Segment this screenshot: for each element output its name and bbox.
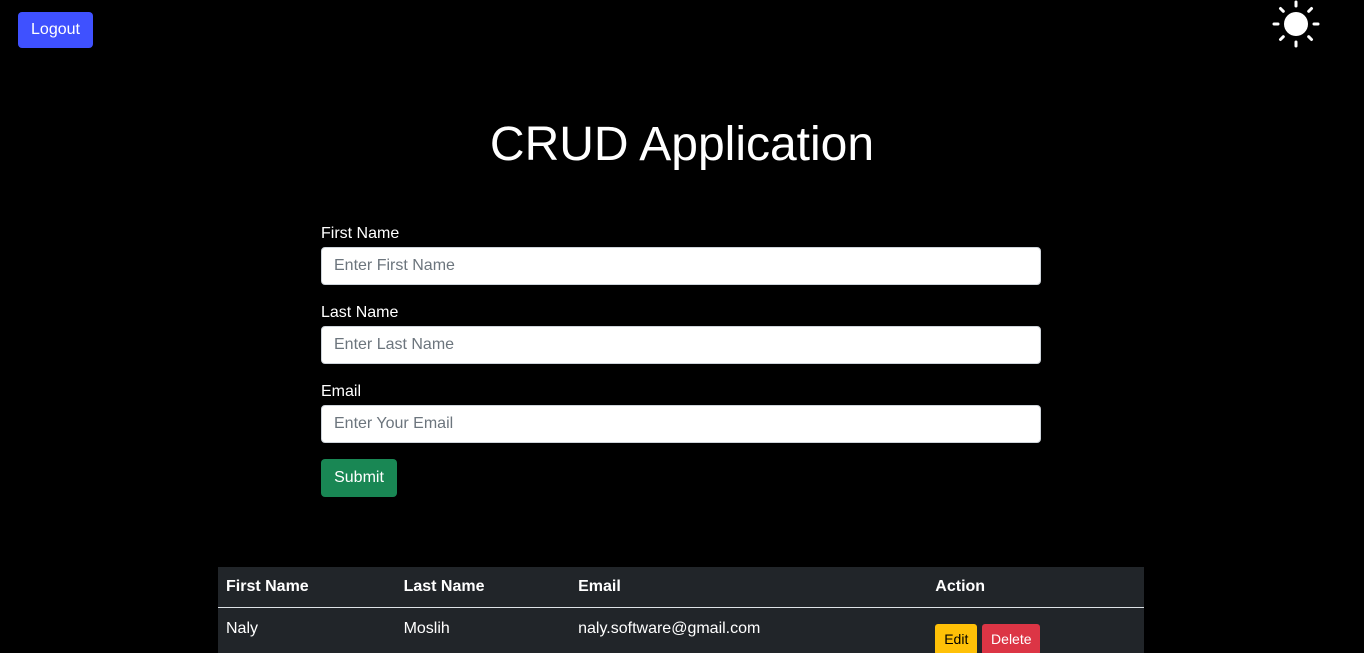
delete-button[interactable]: Delete (982, 623, 1041, 653)
first-name-label: First Name (321, 225, 400, 242)
cell-last-name: Moslih (403, 620, 450, 637)
table-header-row: First Name Last Name Email Action (218, 567, 1144, 608)
email-input[interactable] (321, 405, 1041, 443)
header-email: Email (570, 567, 928, 608)
header-first-name: First Name (218, 567, 396, 608)
page: Logout CRUD Application First Name Last … (0, 0, 1364, 653)
submit-button[interactable]: Submit (321, 459, 397, 497)
row-actions: Edit Delete (935, 623, 1136, 653)
header-last-name: Last Name (395, 567, 571, 608)
sun-icon (1272, 0, 1320, 48)
theme-toggle-button[interactable] (1270, 0, 1322, 50)
email-label: Email (321, 383, 362, 400)
last-name-input[interactable] (321, 326, 1041, 364)
first-name-input[interactable] (321, 247, 1041, 285)
users-table: First Name Last Name Email Action Naly M… (218, 567, 1144, 653)
logout-button[interactable]: Logout (18, 12, 93, 48)
cell-email: naly.software@gmail.com (578, 620, 761, 637)
last-name-label: Last Name (321, 304, 399, 321)
header-action: Action (927, 567, 1144, 608)
table-row: Naly Moslih naly.software@gmail.com Edit… (218, 608, 1144, 653)
cell-action: Edit Delete (927, 608, 1144, 653)
cell-first-name: Naly (226, 620, 259, 637)
edit-button[interactable]: Edit (935, 623, 978, 653)
crud-form: First Name Last Name Email Submit (321, 224, 1041, 497)
page-title: CRUD Application (489, 118, 875, 171)
